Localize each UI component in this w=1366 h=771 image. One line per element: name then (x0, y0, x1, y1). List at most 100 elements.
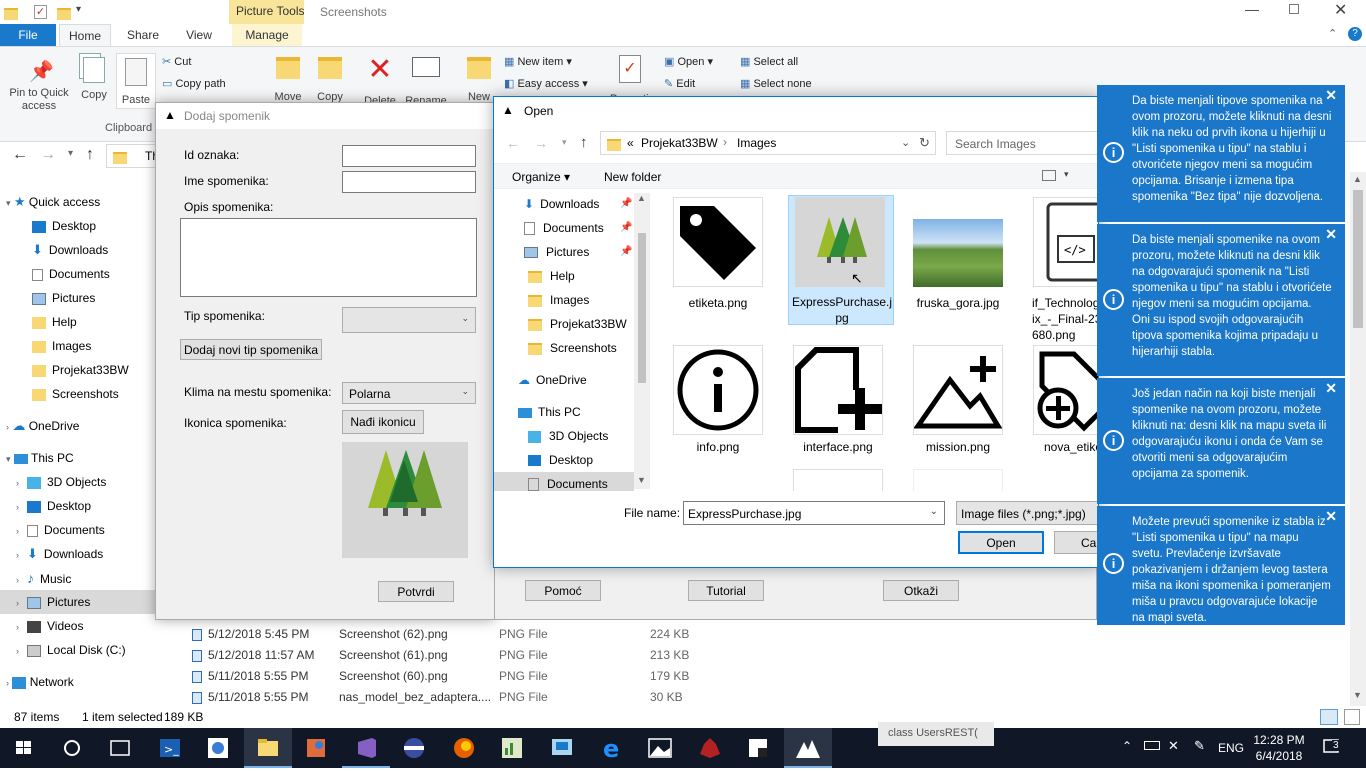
side-this-pc[interactable]: This PC (518, 400, 581, 424)
side-documents[interactable]: Documents 📌 (524, 216, 632, 240)
nav-quick-help[interactable]: Help (32, 310, 77, 334)
id-input[interactable] (342, 145, 476, 167)
nav-pc-downloads[interactable]: › ⬇ Downloads (16, 542, 103, 566)
nav-network[interactable]: › Network (6, 670, 74, 694)
recent-dropdown-icon[interactable]: ▾ (68, 148, 73, 159)
open-address-bar[interactable]: « Projekat33BW › Images ⌄ ↻ (600, 131, 936, 155)
remote-desktop-icon[interactable] (538, 728, 586, 768)
file-row[interactable]: 5/12/2018 5:45 PM Screenshot (62).png PNG … (192, 624, 702, 645)
new-item-button[interactable]: ▦ New item ▾ (504, 55, 572, 68)
edit-button[interactable]: ✎ Edit (664, 77, 695, 90)
side-images[interactable]: Images (528, 288, 589, 312)
breadcrumb-images[interactable]: Images (737, 136, 776, 150)
properties-button[interactable]: ✓ Properties (610, 55, 650, 97)
nav-this-pc[interactable]: ▾ This PC (6, 446, 74, 470)
pin-quick-access-button[interactable]: 📌 Pin to Quick access (4, 59, 74, 113)
minimize-icon[interactable]: — (1245, 1, 1259, 17)
tray-overflow-icon[interactable]: ⌃ (1122, 739, 1132, 753)
nav-quick-desktop[interactable]: Desktop (32, 214, 96, 238)
network-x-icon[interactable]: ✕ (1168, 738, 1179, 754)
side-desktop[interactable]: Desktop (528, 448, 593, 472)
scroll-down-arrow-icon[interactable]: ▼ (637, 475, 646, 485)
qat-dropdown-icon[interactable]: ▾ (76, 4, 81, 15)
open-search-box[interactable]: Search Images (946, 131, 1098, 155)
rename-button[interactable]: Rename (402, 57, 450, 107)
tab-file[interactable]: File (0, 24, 56, 46)
potvrdi-button[interactable]: Potvrdi (378, 581, 454, 602)
scroll-up-arrow-icon[interactable]: ▲ (1353, 174, 1362, 184)
task-view-icon[interactable] (96, 728, 144, 768)
nav-quick-screenshots[interactable]: Screenshots (32, 382, 119, 406)
pen-icon[interactable]: ✎ (1194, 738, 1205, 754)
details-view-icon[interactable] (1320, 709, 1338, 725)
scroll-thumb[interactable] (638, 233, 646, 383)
file-row[interactable]: 5/12/2018 11:57 AM Screenshot (61).png PNG… (192, 645, 702, 666)
file-explorer-taskbar-icon[interactable] (244, 728, 292, 768)
file-item-mission[interactable]: mission.png (902, 345, 1014, 471)
file-type-filter[interactable]: Image files (*.png;*.jpg) (956, 501, 1098, 525)
nav-pc-music[interactable]: › ♪ Music (16, 566, 71, 590)
ime-input[interactable] (342, 171, 476, 193)
sidebar-scrollbar[interactable]: ▲ ▼ (634, 193, 650, 489)
file-item-etiketa[interactable]: etiketa.png (662, 197, 774, 323)
side-3d-objects[interactable]: 3D Objects (528, 424, 608, 448)
tab-home[interactable]: Home (59, 24, 111, 46)
edge-browser-icon[interactable]: e (588, 728, 636, 768)
open-button[interactable]: Open (958, 531, 1044, 554)
file-item-partial[interactable] (913, 469, 1003, 491)
scroll-up-arrow-icon[interactable]: ▲ (637, 193, 646, 203)
file-row[interactable]: 5/11/2018 5:55 PM nas_model_bez_adaptera.… (192, 687, 702, 708)
tab-manage[interactable]: Manage (232, 24, 302, 46)
new-folder-button[interactable]: New folder (604, 170, 661, 184)
cut-button[interactable]: ✂ Cut (162, 55, 191, 68)
address-dropdown-icon[interactable]: ⌄ (901, 136, 910, 149)
up-arrow-icon[interactable]: ↑ (86, 146, 94, 164)
help-icon[interactable]: ? (1348, 27, 1362, 41)
select-all-button[interactable]: ▦ Select all (740, 55, 798, 68)
back-arrow-icon[interactable]: ← (506, 135, 520, 151)
nav-quick-pictures[interactable]: Pictures (32, 286, 95, 310)
nav-quick-downloads[interactable]: ⬇ Downloads (32, 238, 108, 262)
tip-select[interactable]: ⌄ (342, 307, 476, 333)
help-notification[interactable]: i Da biste menjali spomenike na ovom pro… (1097, 224, 1345, 376)
media-player-icon[interactable] (390, 728, 438, 768)
select-none-button[interactable]: ▦ Select none (740, 77, 812, 90)
breadcrumb-overflow[interactable]: « (627, 136, 634, 150)
nav-pc-documents[interactable]: › Documents (16, 518, 105, 542)
paint-app-icon[interactable] (292, 728, 340, 768)
nav-pc-local-disk[interactable]: › Local Disk (C:) (16, 638, 126, 662)
forward-arrow-icon[interactable]: → (534, 135, 548, 151)
klima-select[interactable]: Polarna ⌄ (342, 382, 476, 404)
nav-onedrive[interactable]: › ☁ OneDrive (6, 414, 79, 438)
nav-quick-access[interactable]: ▾ ★ Quick access (6, 190, 100, 214)
up-arrow-icon[interactable]: ↑ (580, 134, 588, 151)
tab-view[interactable]: View (176, 24, 222, 46)
help-notification[interactable]: i Još jedan način na koji biste menjali … (1097, 378, 1345, 504)
side-downloads[interactable]: ⬇ Downloads 📌 (524, 192, 632, 216)
easy-access-button[interactable]: ◧ Easy access ▾ (504, 77, 588, 90)
help-notification[interactable]: i Da biste menjali tipove spomenika na o… (1097, 85, 1345, 222)
maximize-icon[interactable] (1289, 4, 1299, 14)
side-onedrive[interactable]: ☁ OneDrive (518, 368, 587, 392)
language-indicator[interactable]: ENG (1218, 741, 1244, 755)
opis-textarea[interactable] (180, 218, 477, 297)
paste-button[interactable]: Paste (116, 53, 156, 109)
side-help[interactable]: Help (528, 264, 575, 288)
copy-button[interactable]: Copy (76, 57, 112, 101)
nav-pc-desktop[interactable]: › Desktop (16, 494, 91, 518)
photos-app-icon[interactable] (636, 728, 684, 768)
close-icon[interactable]: ✕ (1325, 508, 1337, 524)
tab-share[interactable]: Share (118, 24, 168, 46)
close-icon[interactable]: ✕ (1325, 226, 1337, 242)
spomenici-app-icon[interactable] (784, 728, 832, 768)
view-dropdown-icon[interactable]: ▾ (1064, 169, 1069, 180)
view-options-icon[interactable] (1042, 170, 1056, 181)
close-window-icon[interactable]: ✕ (1334, 0, 1347, 20)
copy-path-button[interactable]: ▭ Copy path (162, 77, 226, 90)
action-center-button[interactable]: 3 (1322, 738, 1344, 756)
nadji-ikonicu-button[interactable]: Nađi ikonicu (342, 410, 424, 434)
cancel-button[interactable]: Ca (1054, 531, 1098, 554)
forward-arrow-icon[interactable]: → (40, 146, 56, 164)
file-item-partial[interactable] (793, 469, 883, 491)
large-icons-view-icon[interactable] (1344, 709, 1360, 725)
